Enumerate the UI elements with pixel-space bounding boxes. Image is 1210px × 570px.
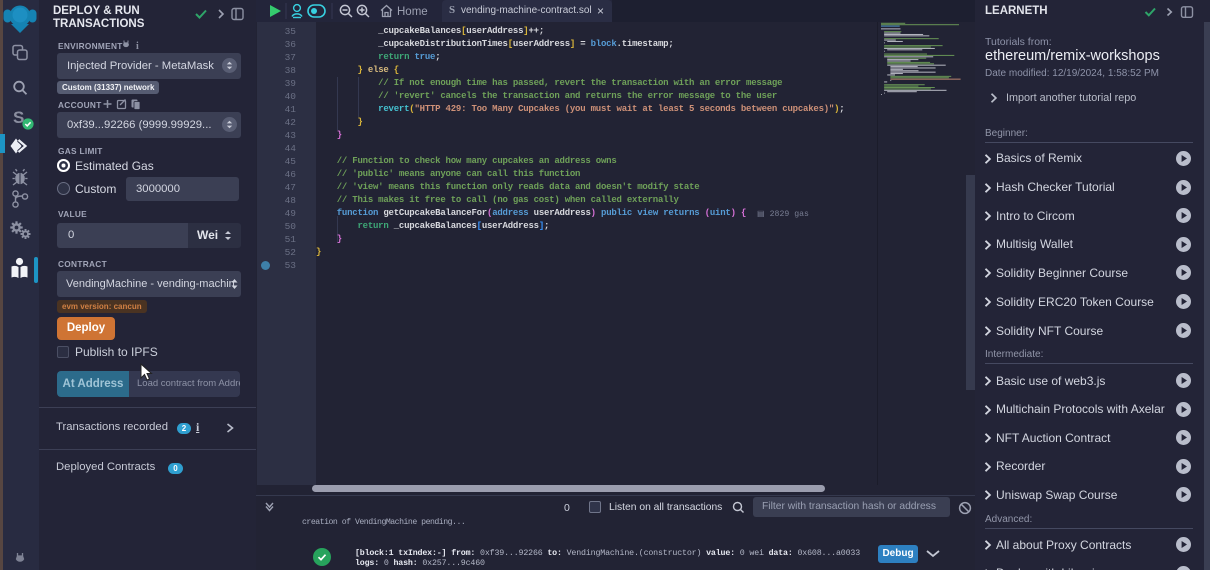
svg-text:i: i: [136, 41, 139, 50]
svg-text:Home: Home: [397, 6, 428, 18]
